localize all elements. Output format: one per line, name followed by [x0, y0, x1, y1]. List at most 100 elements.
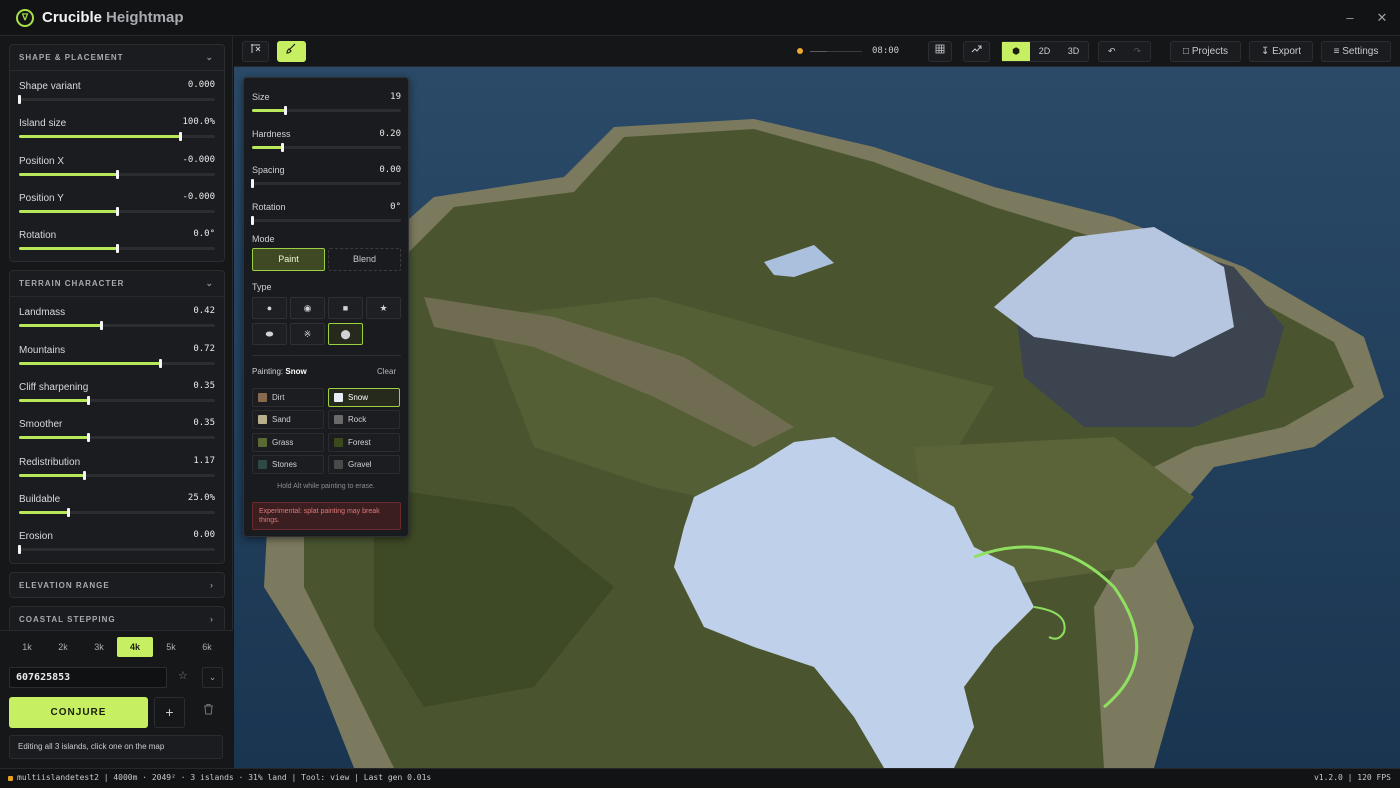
slider-track[interactable] [19, 206, 215, 216]
export-button[interactable]: ↧ Export [1249, 41, 1313, 62]
material-grass-button[interactable]: Grass [252, 432, 324, 452]
material-swatch [334, 437, 343, 447]
slider-thumb[interactable] [116, 169, 119, 179]
slider-track[interactable] [19, 132, 215, 142]
slider-value: 0° [390, 201, 401, 212]
slider-row: Erosion 0.00 [18, 521, 215, 558]
minimize-button[interactable]: – [1340, 8, 1360, 28]
type-scatter-button[interactable]: ※ [290, 323, 325, 345]
slider-track[interactable] [251, 179, 401, 188]
view-cube-button[interactable]: ⬢ [1002, 42, 1030, 61]
slider-value: 25.0% [187, 492, 215, 503]
slider-track[interactable] [252, 106, 401, 115]
material-forest-button[interactable]: Forest [328, 432, 400, 452]
brush-tool-button[interactable] [277, 41, 306, 62]
slider-track[interactable] [19, 244, 215, 254]
material-stones-button[interactable]: Stones [252, 454, 324, 474]
resolution-option[interactable]: 6k [189, 637, 225, 657]
type-star-button[interactable]: ★ [366, 297, 401, 319]
slider-track[interactable] [19, 507, 215, 517]
mode-blend-button[interactable]: Blend [328, 248, 401, 271]
close-button[interactable]: ✕ [1372, 8, 1392, 28]
mode-paint-button[interactable]: Paint [252, 248, 325, 271]
resolution-option[interactable]: 4k [117, 637, 153, 657]
trend-button[interactable] [963, 41, 990, 62]
slider-thumb[interactable] [280, 142, 284, 152]
slider-thumb[interactable] [178, 132, 182, 142]
slider-track[interactable] [18, 95, 215, 104]
material-gravel-button[interactable]: Gravel [328, 454, 400, 474]
clear-button[interactable]: Clear [377, 367, 396, 376]
slider-thumb[interactable] [67, 507, 70, 517]
slider-track[interactable] [19, 169, 215, 179]
conjure-button[interactable]: CONJURE [9, 697, 148, 728]
slider-track[interactable] [19, 433, 215, 443]
slider-thumb[interactable] [116, 206, 119, 216]
slider-thumb[interactable] [82, 470, 86, 480]
star-icon: ★ [379, 303, 388, 313]
material-sand-button[interactable]: Sand [252, 410, 324, 430]
shape-placement-header[interactable]: SHAPE & PLACEMENT ⌄ [10, 45, 224, 70]
material-rock-button[interactable]: Rock [328, 410, 400, 430]
slider-track[interactable] [252, 142, 401, 152]
resolution-option[interactable]: 1k [9, 637, 45, 657]
divider [252, 355, 401, 356]
slider-label: Cliff sharpening [19, 382, 89, 394]
terrain-character-header[interactable]: TERRAIN CHARACTER ⌄ [10, 271, 224, 296]
resolution-option[interactable]: 5k [153, 637, 189, 657]
undo-button[interactable]: ↶ [1099, 42, 1125, 61]
slider-thumb[interactable] [283, 106, 287, 115]
material-dirt-button[interactable]: Dirt [252, 388, 324, 407]
material-swatch [258, 437, 267, 447]
time-of-day-slider[interactable] [810, 51, 862, 52]
slider-track[interactable] [19, 321, 215, 331]
slider-thumb[interactable] [18, 95, 21, 104]
type-ellipse-button[interactable]: ⬬ [252, 323, 287, 345]
slider-thumb[interactable] [159, 358, 163, 368]
slider-value: 19 [390, 92, 401, 102]
type-ring-button[interactable]: ◉ [290, 297, 325, 319]
slider-track[interactable] [19, 358, 215, 368]
slider-row: Redistribution 1.17 [19, 447, 215, 484]
slider-thumb[interactable] [86, 433, 90, 443]
slider-fill [19, 510, 68, 514]
slider-track[interactable] [251, 215, 401, 225]
star-icon[interactable]: ☆ [178, 669, 188, 682]
slider-thumb[interactable] [18, 545, 21, 555]
coastal-stepping-header[interactable]: COASTAL STEPPING › [10, 607, 224, 630]
elevation-range-header[interactable]: ELEVATION RANGE › [10, 573, 224, 598]
resolution-option[interactable]: 2k [45, 637, 81, 657]
select-tool-button[interactable] [242, 41, 269, 62]
slider-thumb[interactable] [100, 321, 104, 331]
slider-thumb[interactable] [251, 215, 254, 225]
redo-button[interactable]: ↷ [1125, 42, 1151, 61]
scatter-icon: ※ [303, 329, 312, 339]
projects-button[interactable]: □ Projects [1170, 41, 1241, 62]
slider-track[interactable] [19, 396, 215, 406]
slider-thumb[interactable] [86, 396, 90, 406]
mode-label: Mode [252, 234, 275, 244]
slider-track[interactable] [18, 545, 215, 555]
slider-thumb[interactable] [116, 244, 119, 254]
type-circle-button[interactable]: ● [252, 297, 287, 319]
type-square-button[interactable]: ■ [328, 297, 363, 319]
coastal-stepping-section[interactable]: COASTAL STEPPING › [9, 605, 225, 630]
sidebar-scroll-area[interactable]: SHAPE & PLACEMENT ⌄ Shape variant 0.000 Isl… [0, 36, 233, 630]
resolution-option[interactable]: 3k [81, 637, 117, 657]
slider-fill [19, 135, 180, 139]
type-soft-circle-button[interactable]: ⬤ [328, 323, 363, 345]
view-2d-button[interactable]: 2D [1030, 42, 1059, 61]
settings-button[interactable]: ≡ Settings [1321, 41, 1391, 62]
slider-track[interactable] [19, 470, 215, 480]
slider-thumb[interactable] [251, 179, 254, 188]
trash-icon[interactable] [196, 703, 220, 723]
material-snow-button[interactable]: Snow [328, 388, 400, 407]
select-tool-icon [250, 44, 261, 57]
elevation-range-section[interactable]: ELEVATION RANGE › [9, 571, 225, 598]
seed-dropdown-button[interactable]: ⌄ [202, 667, 223, 688]
view-3d-button[interactable]: 3D [1059, 42, 1088, 61]
seed-input[interactable]: 607625853 [9, 667, 167, 688]
grid-toggle-button[interactable] [928, 41, 952, 62]
add-island-button[interactable]: + [154, 697, 185, 728]
slider-value: 0.72 [193, 343, 215, 354]
